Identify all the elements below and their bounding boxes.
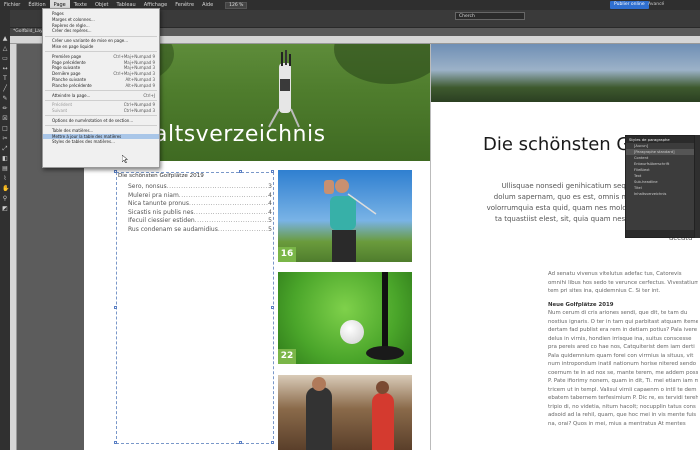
toc-page-heading: altsverzeichnis xyxy=(154,122,326,147)
hand-tool-icon[interactable]: ✋ xyxy=(2,186,9,192)
scissors-tool-icon[interactable]: ✂ xyxy=(2,136,8,142)
menu-separator xyxy=(45,115,157,117)
person-left-head xyxy=(312,377,326,391)
page-number-badge: 16 xyxy=(278,247,296,262)
tools-panel: ▲ △ ▭ ↔ T ╱ ✎ ✏ ☒ □ ✂ ⤢ ◧ ▤ ⌇ ✋ ⚲ ◩ xyxy=(0,10,10,450)
panel-dock-strip xyxy=(695,135,700,238)
golf-hole xyxy=(366,346,404,360)
menu-item-liquid-layout[interactable]: Mise en page liquide xyxy=(43,44,159,50)
panel-footer xyxy=(626,230,694,237)
rectangle-tool-icon[interactable]: □ xyxy=(2,126,8,132)
person-right xyxy=(372,393,394,450)
direct-selection-tool-icon[interactable]: △ xyxy=(2,46,8,52)
note-tool-icon[interactable]: ▤ xyxy=(2,166,8,172)
workspace-switcher[interactable]: Avancé xyxy=(648,1,664,9)
transform-tool-icon[interactable]: ⤢ xyxy=(2,146,8,152)
frame-handle[interactable] xyxy=(271,306,274,309)
line-tool-icon[interactable]: ╱ xyxy=(2,86,8,92)
menu-item-create-guides[interactable]: Créer des repères... xyxy=(43,28,159,34)
golf-ball xyxy=(340,320,364,344)
menu-item-go-to-page[interactable]: Atteindre la page... Ctrl+J xyxy=(43,93,159,99)
fill-stroke-icon[interactable]: ◩ xyxy=(2,206,8,212)
panel-title[interactable]: Styles de paragraphe xyxy=(626,136,694,143)
right-page: Die schönsten Go Ullisquae nonsedi genih… xyxy=(430,44,700,450)
menu-aide[interactable]: Aide xyxy=(198,0,217,10)
menu-separator xyxy=(45,90,157,92)
eyedropper-tool-icon[interactable]: ⌇ xyxy=(2,176,8,182)
pen-tool-icon[interactable]: ✎ xyxy=(2,96,8,102)
right-page-title: Die schönsten Go xyxy=(483,134,642,155)
gradient-tool-icon[interactable]: ◧ xyxy=(2,156,8,162)
frame-handle[interactable] xyxy=(114,170,117,173)
menu-fenetre[interactable]: Fenêtre xyxy=(171,0,198,10)
menu-item-toc-styles[interactable]: Styles de tables des matières... xyxy=(43,139,159,145)
mouse-cursor-icon xyxy=(122,155,128,163)
frame-handle[interactable] xyxy=(114,306,117,309)
menu-item-go-forward: Suivant Ctrl+Numpad 3 xyxy=(52,108,155,114)
toc-entry: Rus condenam se audamidius..............… xyxy=(128,225,272,233)
zoom-tool-icon[interactable]: ⚲ xyxy=(2,196,8,202)
vertical-ruler[interactable] xyxy=(10,44,17,450)
menu-separator xyxy=(45,51,157,53)
photo-golf-ball-hole[interactable]: 22 xyxy=(278,272,412,364)
selection-tool-icon[interactable]: ▲ xyxy=(2,36,8,42)
paragraph-style-item[interactable]: Inhaltsverzeichnis xyxy=(626,191,694,197)
frame-handle[interactable] xyxy=(271,441,274,444)
person-right-head xyxy=(376,381,389,394)
publish-online-button[interactable]: Publier online xyxy=(610,1,649,9)
photo-golfer-swing[interactable]: 16 xyxy=(278,170,412,262)
golf-bag-illustration xyxy=(268,50,300,128)
toc-heading: Die schönsten Golfplätze 2019 xyxy=(118,173,204,179)
zoom-level[interactable]: 126 % xyxy=(225,1,248,9)
menu-separator xyxy=(45,99,157,101)
indesign-window: altsverzeichnis Die schönsten Golfplätze… xyxy=(0,0,700,450)
search-input[interactable]: Cherch xyxy=(455,12,525,20)
toc-entry: Ifecuil ciessier estiden................… xyxy=(128,217,272,224)
menu-fichier[interactable]: Fichier xyxy=(0,0,24,10)
page-tool-icon[interactable]: ▭ xyxy=(2,56,8,62)
hero-image-landscape[interactable] xyxy=(431,44,700,102)
rectangle-frame-tool-icon[interactable]: ☒ xyxy=(2,116,8,122)
golfer-figure xyxy=(324,179,377,262)
type-tool-icon[interactable]: T xyxy=(2,76,8,82)
toc-entry: Sicastis nis publis nes.................… xyxy=(128,208,272,216)
flag-pole xyxy=(382,272,388,350)
photo-golf-shop[interactable] xyxy=(278,375,412,450)
frame-handle[interactable] xyxy=(271,170,274,173)
menu-item-numbering-options[interactable]: Options de numérotation et de section... xyxy=(43,118,159,124)
page-number-badge: 22 xyxy=(278,349,296,364)
toc-entry: Nica tanunte pronus.....................… xyxy=(128,200,272,207)
toc-entry: Sero, nonsus............................… xyxy=(128,183,272,190)
body-text: Ad senatu vivenus vitelutus adefac tus, … xyxy=(548,271,698,427)
menu-item-previous-spread[interactable]: Planche précédente Alt+Numpad 9 xyxy=(43,83,159,89)
menu-separator xyxy=(45,35,157,37)
gap-tool-icon[interactable]: ↔ xyxy=(2,66,8,72)
paragraph-styles-panel: Styles de paragraphe [Aucun] [Paragraphe… xyxy=(625,135,695,238)
frame-handle[interactable] xyxy=(114,441,117,444)
toc-entry: Mulerei pra niam........................… xyxy=(128,191,272,199)
section-subheading: Neue Golfplätze 2019 xyxy=(548,301,614,308)
menu-separator xyxy=(45,125,157,127)
person-left xyxy=(306,387,332,450)
pencil-tool-icon[interactable]: ✏ xyxy=(2,106,8,112)
page-menu-dropdown: Pages Marges et colonnes... Repères de r… xyxy=(42,8,160,168)
frame-handle[interactable] xyxy=(239,441,242,444)
frame-handle[interactable] xyxy=(239,170,242,173)
